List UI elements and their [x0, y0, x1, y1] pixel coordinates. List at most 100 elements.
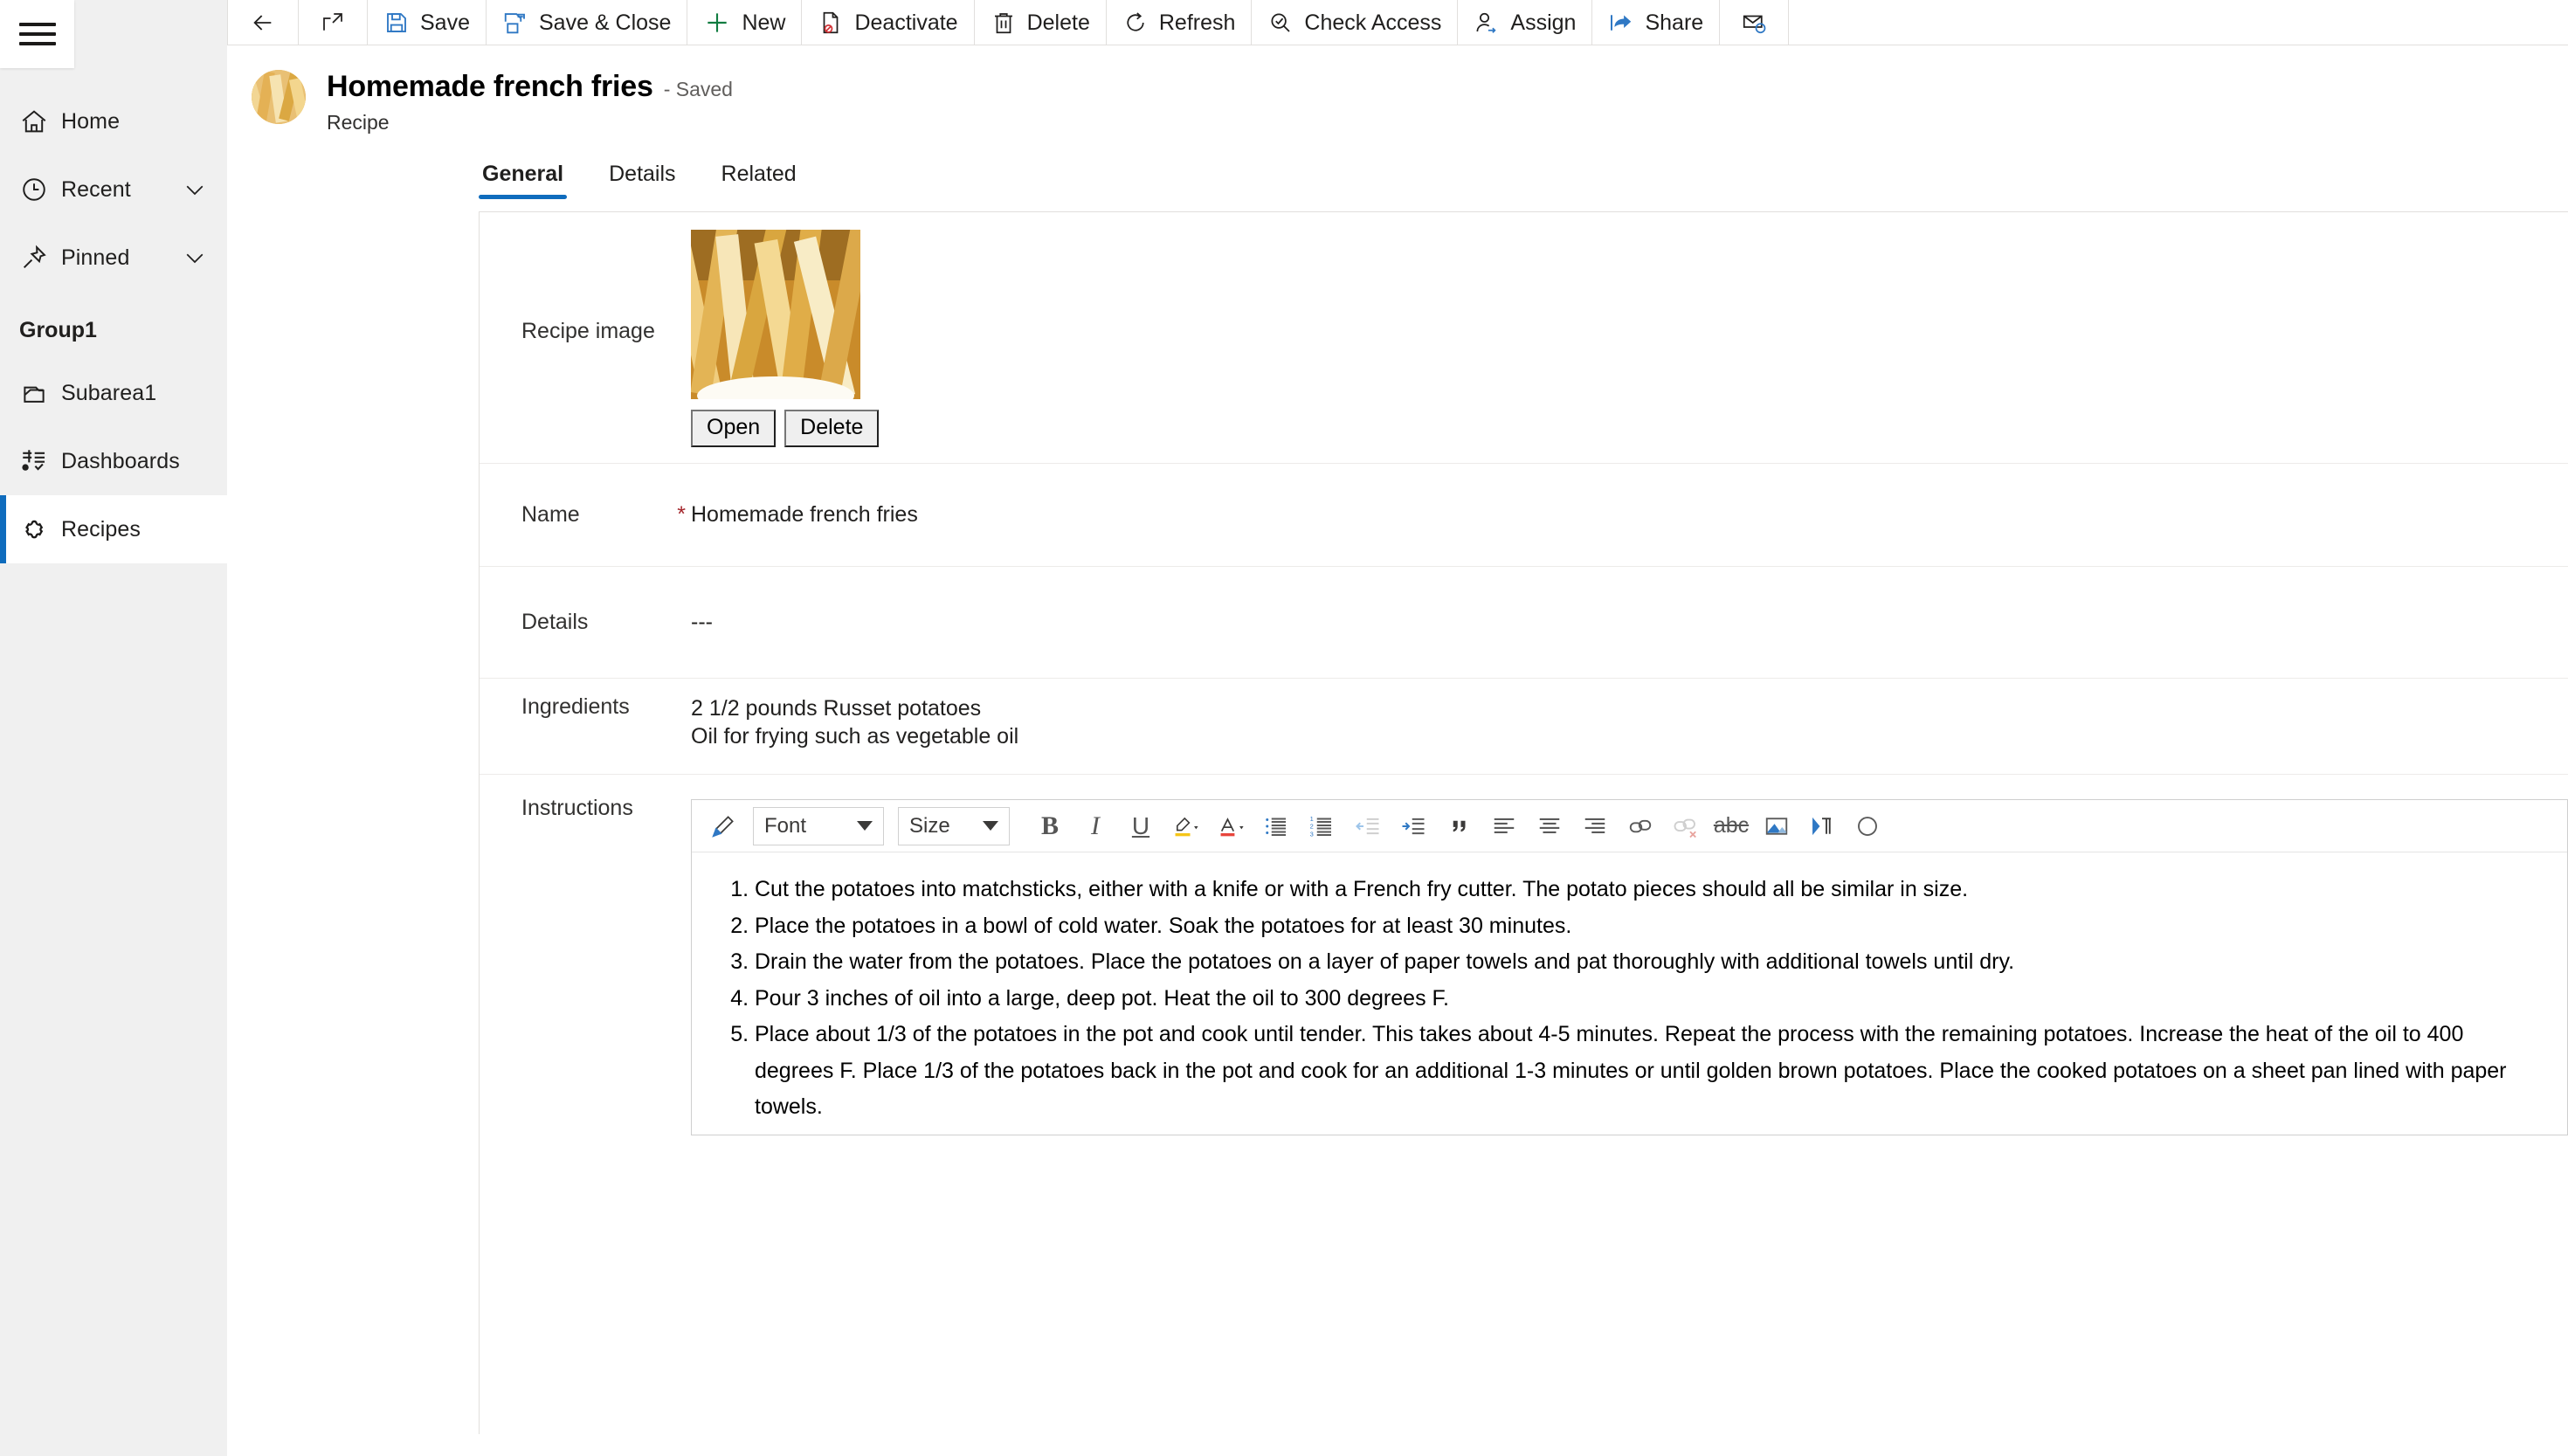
sidebar: Home Recent Pinned Group1 Subarea1 Dashb…	[0, 0, 227, 1456]
svg-text:2: 2	[1310, 822, 1314, 830]
open-image-button[interactable]: Open	[691, 410, 777, 447]
list-item: Pour 3 inches of oil into a large, deep …	[755, 981, 2544, 1018]
app-root: Home Recent Pinned Group1 Subarea1 Dashb…	[0, 0, 2568, 1456]
field-label-details: Details	[521, 610, 589, 634]
back-arrow-icon	[249, 9, 277, 37]
sidebar-item-recipes[interactable]: Recipes	[0, 495, 227, 563]
insert-link-icon[interactable]	[1618, 804, 1663, 849]
tab-related[interactable]: Related	[718, 162, 800, 199]
chevron-down-icon[interactable]	[182, 176, 208, 203]
field-label-ingredients: Ingredients	[521, 694, 630, 719]
list-item: Place the potatoes in a bowl of cold wat…	[755, 908, 2544, 945]
format-painter-icon[interactable]	[701, 804, 746, 849]
email-link-button[interactable]	[1720, 0, 1790, 45]
sidebar-item-label: Recent	[61, 176, 131, 202]
deactivate-icon	[818, 10, 844, 36]
tab-general[interactable]: General	[479, 162, 568, 199]
font-select-label: Font	[764, 813, 807, 838]
back-button[interactable]	[227, 0, 299, 45]
home-icon	[19, 107, 61, 136]
email-link-icon	[1741, 10, 1767, 36]
avatar	[252, 70, 306, 124]
command-label: Save & Close	[538, 10, 672, 35]
save-close-icon	[502, 10, 528, 36]
tab-details[interactable]: Details	[605, 162, 679, 199]
command-label: Save	[420, 10, 470, 35]
bulleted-list-icon[interactable]	[1254, 804, 1300, 849]
status-badge: - Saved	[663, 78, 733, 100]
field-value-ingredients[interactable]: 2 1/2 pounds Russet potatoes Oil for fry…	[691, 694, 2568, 750]
size-select-label: Size	[909, 813, 950, 838]
command-label: Refresh	[1158, 10, 1236, 35]
sidebar-item-recent[interactable]: Recent	[0, 155, 227, 224]
remove-link-icon[interactable]	[1663, 804, 1709, 849]
rtl-direction-icon[interactable]	[1799, 804, 1845, 849]
subarea-icon	[19, 378, 61, 408]
popout-icon	[320, 10, 346, 36]
field-value-name[interactable]: Homemade french fries	[691, 502, 2568, 528]
form-tabs: General Details Related	[227, 154, 2568, 199]
rich-text-editor: Font Size B I U 1 2 3 abc 1. Cut the pot…	[691, 799, 2568, 1135]
new-button[interactable]: New	[687, 0, 803, 45]
share-button[interactable]: Share	[1592, 0, 1721, 45]
dashboard-icon	[19, 446, 61, 476]
font-color-icon[interactable]	[1209, 804, 1254, 849]
command-label: Delete	[1026, 10, 1090, 35]
sidebar-item-label: Recipes	[61, 516, 142, 542]
sidebar-menu-button[interactable]	[0, 0, 74, 68]
align-center-icon[interactable]	[1527, 804, 1572, 849]
field-value-recipe-image: Open Delete	[691, 230, 2568, 447]
sidebar-item-pinned[interactable]: Pinned	[0, 224, 227, 292]
sidebar-item-label: Home	[61, 108, 121, 134]
refresh-button[interactable]: Refresh	[1107, 0, 1253, 45]
chevron-down-icon[interactable]	[182, 245, 208, 271]
increase-indent-icon[interactable]	[1391, 804, 1436, 849]
italic-icon[interactable]: I	[1073, 804, 1118, 849]
blockquote-icon[interactable]	[1436, 804, 1481, 849]
decrease-indent-icon[interactable]	[1345, 804, 1391, 849]
align-right-icon[interactable]	[1572, 804, 1618, 849]
bold-icon[interactable]: B	[1027, 804, 1073, 849]
more-options-icon[interactable]	[1845, 804, 1890, 849]
save-and-close-button[interactable]: Save & Close	[487, 0, 688, 45]
sidebar-item-label: Subarea1	[61, 380, 157, 405]
field-label-name: Name *	[521, 502, 686, 527]
field-label-recipe-image: Recipe image	[521, 319, 655, 343]
sidebar-item-dashboards[interactable]: Dashboards	[0, 427, 227, 495]
delete-button[interactable]: Delete	[975, 0, 1107, 45]
strikethrough-icon[interactable]: abc	[1709, 804, 1754, 849]
field-value-details[interactable]: ---	[691, 610, 2568, 635]
plus-icon	[703, 9, 731, 37]
share-icon	[1608, 10, 1634, 36]
sidebar-item-home[interactable]: Home	[0, 87, 227, 155]
refresh-icon	[1122, 10, 1149, 36]
assign-user-icon	[1474, 10, 1500, 36]
highlight-color-icon[interactable]	[1163, 804, 1209, 849]
list-item: Cut the potatoes into matchsticks, eithe…	[755, 872, 2544, 908]
puzzle-icon	[19, 514, 61, 544]
save-button[interactable]: Save	[368, 0, 487, 45]
field-value-instructions: Font Size B I U 1 2 3 abc 1. Cut the pot…	[691, 796, 2568, 1135]
sidebar-item-label: Dashboards	[61, 448, 180, 473]
check-access-button[interactable]: Check Access	[1252, 0, 1459, 45]
command-label: Deactivate	[854, 10, 958, 35]
popout-button[interactable]	[299, 0, 368, 45]
deactivate-button[interactable]: Deactivate	[802, 0, 975, 45]
align-left-icon[interactable]	[1481, 804, 1527, 849]
numbered-list-icon[interactable]: 1 2 3	[1300, 804, 1345, 849]
chevron-down-icon	[857, 821, 873, 831]
font-size-select[interactable]: Size	[898, 806, 1010, 845]
assign-button[interactable]: Assign	[1458, 0, 1593, 45]
field-row-recipe-image: Recipe image Open Delete	[480, 212, 2568, 464]
sidebar-item-subarea1[interactable]: Subarea1	[0, 359, 227, 427]
insert-image-icon[interactable]	[1754, 804, 1799, 849]
underline-icon[interactable]: U	[1118, 804, 1163, 849]
delete-image-button[interactable]: Delete	[784, 410, 880, 447]
command-label: Share	[1645, 10, 1704, 35]
command-label: New	[742, 10, 786, 35]
record-header: Homemade french fries - Saved Recipe	[227, 45, 2568, 135]
field-row-ingredients: Ingredients 2 1/2 pounds Russet potatoes…	[480, 679, 2568, 775]
list-item: Place about 1/3 of the potatoes in the p…	[755, 1017, 2544, 1126]
rte-content[interactable]: Cut the potatoes into matchsticks, eithe…	[692, 852, 2567, 1135]
font-family-select[interactable]: Font	[753, 806, 884, 845]
